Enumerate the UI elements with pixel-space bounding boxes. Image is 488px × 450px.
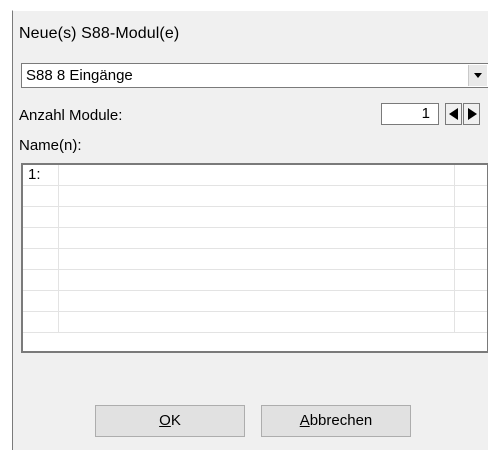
arrow-right-icon: [468, 108, 477, 120]
ok-label-rest: K: [170, 412, 181, 429]
names-grid[interactable]: 1:: [21, 163, 488, 353]
name-cell[interactable]: [59, 270, 455, 290]
row-number-cell: [23, 249, 59, 269]
name-cell[interactable]: [59, 186, 455, 206]
name-cell[interactable]: [59, 228, 455, 248]
names-label: Name(n):: [19, 137, 82, 154]
row-number-cell: [23, 291, 59, 311]
module-type-dropdown-button[interactable]: [468, 65, 487, 86]
table-row: [23, 312, 487, 333]
module-count-input[interactable]: 1: [381, 103, 439, 125]
row-number-cell: 1:: [23, 165, 59, 185]
table-row: [23, 291, 487, 312]
table-row: [23, 228, 487, 249]
ok-mnemonic: O: [159, 412, 171, 429]
table-row: [23, 270, 487, 291]
name-cell[interactable]: [59, 207, 455, 227]
table-row: [23, 186, 487, 207]
table-row: 1:: [23, 165, 487, 186]
name-cell[interactable]: [59, 312, 455, 332]
table-row: [23, 207, 487, 228]
cancel-mnemonic: A: [299, 412, 310, 429]
cancel-button[interactable]: Abbrechen: [261, 405, 411, 437]
table-row: [23, 249, 487, 270]
module-type-select[interactable]: S88 8 Eingänge: [21, 63, 488, 88]
row-number-cell: [23, 186, 59, 206]
name-cell[interactable]: [59, 291, 455, 311]
ok-button[interactable]: OK: [95, 405, 245, 437]
row-number-cell: [23, 312, 59, 332]
row-number-cell: [23, 270, 59, 290]
arrow-left-icon: [449, 108, 458, 120]
name-cell[interactable]: [59, 165, 455, 185]
increment-button[interactable]: [463, 103, 480, 125]
decrement-button[interactable]: [445, 103, 462, 125]
row-number-cell: [23, 228, 59, 248]
new-s88-module-dialog: Neue(s) S88-Modul(e) S88 8 Eingänge Anza…: [12, 10, 488, 450]
name-cell[interactable]: [59, 249, 455, 269]
module-type-selected-value: S88 8 Eingänge: [26, 67, 133, 84]
row-number-cell: [23, 207, 59, 227]
cancel-label-rest: bbrechen: [309, 412, 373, 429]
module-count-label: Anzahl Module:: [19, 107, 123, 124]
chevron-down-icon: [474, 73, 482, 78]
dialog-title: Neue(s) S88-Modul(e): [19, 25, 180, 42]
